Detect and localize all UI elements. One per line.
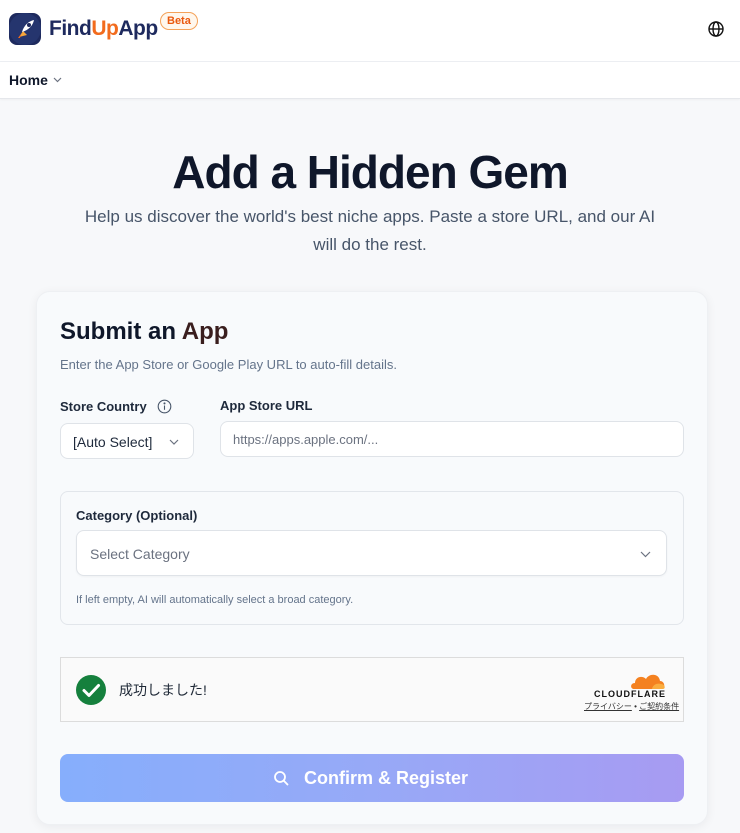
card-title-main: Submit an xyxy=(60,318,182,345)
brand-app: App xyxy=(118,17,158,40)
beta-badge: Beta xyxy=(160,12,198,30)
captcha-status: 成功しました! xyxy=(119,682,207,698)
checkmark-success-icon[interactable] xyxy=(76,675,106,705)
page-title: Add a Hidden Gem xyxy=(172,146,568,198)
nav-home-link[interactable]: Home xyxy=(9,72,48,89)
top-bar: FindUpApp Beta xyxy=(0,0,740,62)
category-hint: If left empty, AI will automatically sel… xyxy=(76,594,354,606)
cloudflare-logo-icon xyxy=(631,674,665,689)
brand-up: Up xyxy=(91,17,119,40)
captcha-links: プライバシー • ご契約条件 xyxy=(584,702,679,712)
card-title-accent: App xyxy=(181,318,229,345)
card-title: Submit an App xyxy=(60,317,228,347)
info-icon[interactable] xyxy=(157,399,172,414)
app-store-url-input[interactable] xyxy=(220,421,684,457)
chevron-down-icon[interactable] xyxy=(53,77,62,83)
store-country-label: Store Country xyxy=(60,399,147,414)
page-subtitle: Help us discover the world's best niche … xyxy=(84,207,656,254)
brand-name[interactable]: FindUpApp xyxy=(49,16,158,42)
store-country-select[interactable]: [Auto Select] xyxy=(60,423,194,459)
brand-find: Find xyxy=(49,17,92,40)
app-store-url-label: App Store URL xyxy=(220,398,313,413)
chevron-down-icon xyxy=(640,551,651,558)
category-label: Category (Optional) xyxy=(76,508,198,523)
privacy-link[interactable]: プライバシー xyxy=(584,702,632,711)
logo-icon[interactable] xyxy=(9,13,41,45)
globe-icon[interactable] xyxy=(707,20,725,38)
cloudflare-wordmark: CLOUDFLARE xyxy=(594,689,666,699)
confirm-register-label: Confirm & Register xyxy=(304,768,469,788)
category-placeholder: Select Category xyxy=(90,546,190,562)
chevron-down-icon xyxy=(169,439,179,445)
search-icon xyxy=(274,771,289,786)
card-description: Enter the App Store or Google Play URL t… xyxy=(60,357,397,372)
terms-link[interactable]: ご契約条件 xyxy=(639,702,679,711)
nav-bar: Home xyxy=(0,62,740,99)
link-separator: • xyxy=(631,702,640,711)
category-select[interactable]: Select Category xyxy=(76,530,667,576)
store-country-value: [Auto Select] xyxy=(73,434,153,450)
